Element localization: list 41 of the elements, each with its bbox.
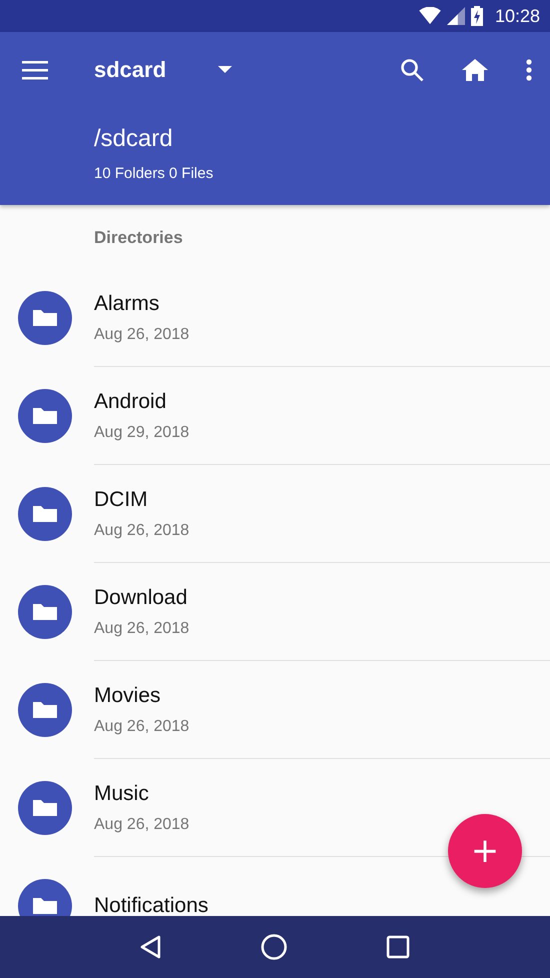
signal-icon [446,7,465,25]
back-icon[interactable] [140,935,162,959]
folder-item[interactable]: Movies Aug 26, 2018 [0,661,550,759]
folder-name: Movies [94,684,162,708]
folder-name: Notifications [94,894,210,916]
folder-name: Music [94,782,150,806]
folder-date: Aug 26, 2018 [94,326,190,344]
folder-name: Alarms [94,292,160,316]
more-options-icon[interactable] [526,59,532,81]
menu-icon[interactable] [22,60,48,80]
folder-name: DCIM [94,488,149,512]
search-icon[interactable] [400,58,424,82]
folder-icon [18,291,72,345]
current-path: /sdcard [93,125,174,153]
folder-icon [18,585,72,639]
folder-name: Android [94,390,168,414]
folder-name: Download [94,586,188,610]
folder-date: Aug 26, 2018 [94,522,190,540]
folder-date: Aug 29, 2018 [94,424,190,442]
folder-title: sdcard [94,57,166,83]
dropdown-caret-icon[interactable] [218,66,232,74]
folder-date: Aug 26, 2018 [94,620,190,638]
recents-icon[interactable] [386,935,410,959]
folder-count: 10 Folders 0 Files [93,165,214,182]
folder-icon [18,781,72,835]
folder-icon [18,683,72,737]
folder-icon [18,389,72,443]
folder-item[interactable]: Download Aug 26, 2018 [0,563,550,661]
add-button[interactable]: + [448,814,522,888]
folder-date: Aug 26, 2018 [94,816,190,834]
home-circle-icon[interactable] [260,934,287,960]
folder-date: Aug 26, 2018 [94,718,190,736]
folder-item[interactable]: Alarms Aug 26, 2018 [0,269,550,367]
folder-icon [18,487,72,541]
battery-charging-icon [470,6,483,26]
clock-time: 10:28 [494,6,540,26]
home-icon[interactable] [462,59,488,81]
wifi-icon [418,7,441,25]
folder-item[interactable]: Android Aug 29, 2018 [0,367,550,465]
section-header: Directories [93,227,184,249]
folder-item[interactable]: DCIM Aug 26, 2018 [0,465,550,563]
